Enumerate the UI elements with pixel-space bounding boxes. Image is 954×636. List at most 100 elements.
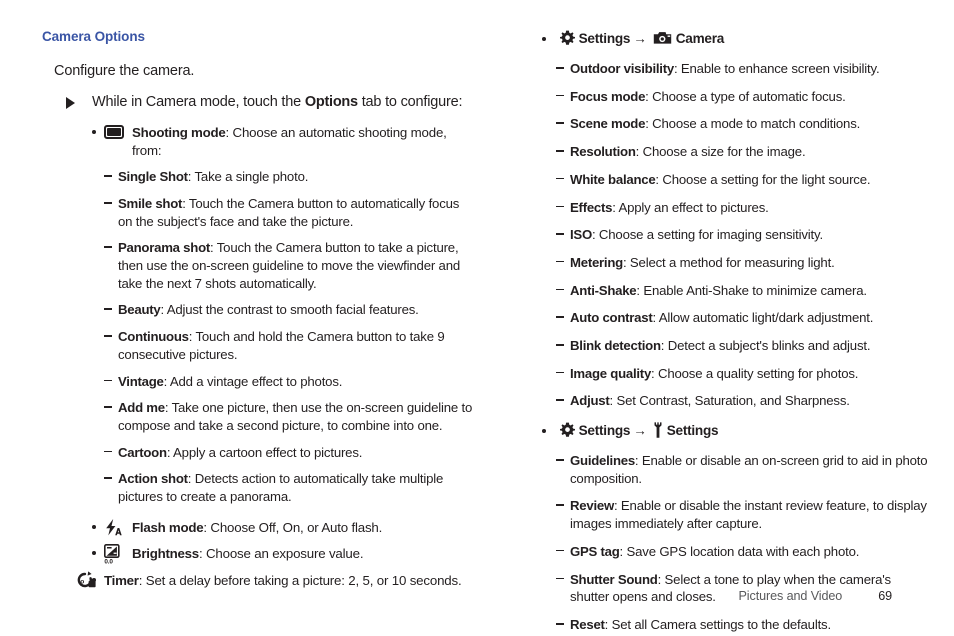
item-term: Shutter Sound (570, 571, 658, 587)
item-desc: : Take one picture, then use the on-scre… (118, 400, 473, 433)
item-term: Blink detection (570, 337, 661, 353)
dash-bullet-icon (556, 343, 564, 346)
dash-bullet-icon (556, 622, 564, 625)
left-column: Camera Options Configure the camera. Whi… (42, 29, 474, 599)
item-term: Vintage (118, 373, 164, 389)
item-desc: : Set all Camera settings to the default… (604, 616, 831, 632)
item-term: Continuous (118, 329, 189, 345)
dash-bullet-icon (104, 406, 112, 408)
round-bullet-icon (92, 129, 96, 134)
item-term: Outdoor visibility (570, 61, 674, 77)
brightness-icon: 0.0 (104, 544, 122, 564)
item-desc: : Detect a subject's blinks and adjust. (660, 337, 871, 353)
manual-page: Camera Options Configure the camera. Whi… (0, 0, 954, 636)
instruction-post: tab to configure: (357, 94, 463, 111)
round-bullet-icon (92, 551, 96, 556)
footer-page-number: 69 (878, 589, 892, 603)
dash-bullet-icon (104, 335, 112, 337)
dash-bullet-icon (556, 260, 564, 263)
item-term: Anti-Shake (570, 282, 637, 298)
option-shooting-mode: Shooting mode: Choose an automatic shoot… (42, 124, 474, 159)
list-item: Outdoor visibility: Enable to enhance sc… (528, 60, 928, 78)
shooting-mode-icon (104, 124, 124, 142)
dash-bullet-icon (104, 450, 112, 453)
list-item: Smile shot: Touch the Camera button to a… (42, 195, 474, 230)
arrow-right-icon: → (633, 423, 647, 439)
item-desc: : Allow automatic light/dark adjustment. (652, 310, 874, 326)
option-term: Shooting mode (132, 124, 226, 140)
item-desc: : Take a single photo. (187, 169, 309, 185)
item-term: Guidelines (570, 453, 635, 469)
round-bullet-icon (542, 37, 546, 41)
dash-bullet-icon (556, 205, 564, 208)
dash-bullet-icon (556, 459, 564, 461)
item-term: Panorama shot (118, 240, 211, 256)
item-desc: : Choose a setting for imaging sensitivi… (591, 227, 823, 243)
list-item: GPS tag: Save GPS location data with eac… (528, 543, 928, 561)
dash-bullet-icon (104, 202, 112, 204)
list-item: Beauty: Adjust the contrast to smooth fa… (42, 301, 474, 319)
dash-bullet-icon (556, 177, 564, 180)
dash-bullet-icon (556, 399, 564, 401)
dash-bullet-icon (556, 122, 564, 125)
dash-bullet-icon (104, 175, 112, 177)
option-term: Timer (104, 572, 139, 588)
item-desc: : Choose a mode to match conditions. (645, 116, 861, 132)
round-bullet-icon (92, 524, 96, 529)
list-item: Cartoon: Apply a cartoon effect to pictu… (42, 444, 474, 462)
item-desc: : Choose a size for the image. (635, 144, 806, 160)
list-item: Action shot: Detects action to automatic… (42, 470, 474, 505)
wrench-icon (649, 422, 666, 438)
item-desc: : Apply a cartoon effect to pictures. (166, 444, 363, 460)
list-item: Metering: Select a method for measuring … (528, 254, 928, 272)
target-label: Settings (666, 423, 719, 439)
dash-bullet-icon (556, 288, 564, 291)
gear-icon (560, 422, 579, 438)
option-desc: : Choose an exposure value. (198, 546, 364, 562)
dash-bullet-icon (556, 67, 564, 69)
footer-chapter-title: Pictures and Video (738, 589, 843, 603)
dash-bullet-icon (556, 371, 564, 374)
list-item: Effects: Apply an effect to pictures. (528, 199, 928, 217)
list-item: Auto contrast: Allow automatic light/dar… (528, 309, 928, 327)
item-term: Cartoon (118, 444, 167, 460)
dash-bullet-icon (556, 577, 564, 580)
flash-icon (104, 518, 124, 537)
item-term: Focus mode (570, 88, 646, 104)
option-desc: : Set a delay before taking a picture: 2… (138, 572, 462, 588)
option-term: Brightness (132, 546, 199, 562)
dash-bullet-icon (104, 246, 112, 248)
option-timer: o Timer: Set a delay before taking a pic… (42, 571, 474, 590)
settings-label: Settings (578, 423, 631, 439)
item-term: Beauty (118, 302, 161, 318)
triangle-bullet-icon (66, 97, 75, 110)
item-term: Single Shot (118, 169, 188, 185)
list-item: Anti-Shake: Enable Anti-Shake to minimiz… (528, 282, 928, 300)
page-title: Camera Options (42, 29, 145, 44)
item-term: Add me (118, 400, 165, 416)
item-term: White balance (570, 171, 656, 187)
item-desc: : Save GPS location data with each photo… (619, 543, 860, 559)
list-item: White balance: Choose a setting for the … (528, 171, 928, 189)
item-term: Effects (570, 199, 613, 215)
list-item: Single Shot: Take a single photo. (42, 168, 474, 186)
option-brightness: 0.0 Brightness: Choose an exposure value… (42, 544, 474, 564)
right-column: Settings → Camera Outdoor visibility: Ena… (528, 30, 928, 636)
target-label: Camera (675, 31, 725, 46)
arrow-right-icon: → (633, 31, 647, 46)
dash-bullet-icon (104, 308, 112, 311)
dash-bullet-icon (104, 477, 112, 479)
item-desc: : Apply an effect to pictures. (612, 199, 769, 215)
settings-label: Settings (578, 31, 631, 46)
list-item: Resolution: Choose a size for the image. (528, 143, 928, 161)
dash-bullet-icon (556, 316, 564, 318)
options-tab-label: Options (304, 94, 358, 111)
list-item: Image quality: Choose a quality setting … (528, 365, 928, 383)
instruction-step: While in Camera mode, touch the Options … (42, 93, 474, 113)
item-desc: : Set Contrast, Saturation, and Sharpnes… (609, 393, 850, 409)
page-footer: Pictures and Video 69 (0, 589, 954, 603)
dash-bullet-icon (556, 504, 564, 507)
item-term: GPS tag (570, 543, 620, 559)
item-term: Resolution (570, 144, 636, 160)
list-item: Add me: Take one picture, then use the o… (42, 399, 474, 434)
